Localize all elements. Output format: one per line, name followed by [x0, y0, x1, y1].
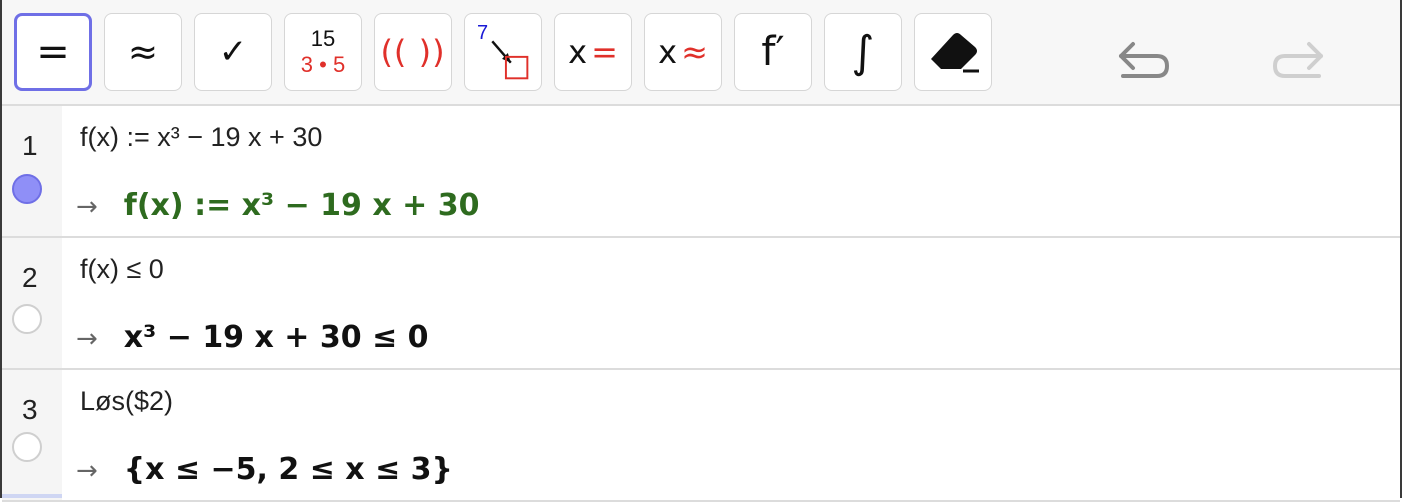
visibility-toggle[interactable]	[12, 304, 42, 334]
row-input[interactable]: f(x) := x³ − 19 x + 30	[80, 122, 322, 153]
solve-label: x	[568, 33, 588, 71]
factor-button[interactable]: 15 3 • 5	[284, 13, 362, 91]
cas-rows: 1 f(x) := x³ − 19 x + 30 → f(x) := x³ − 1…	[2, 106, 1400, 502]
row-gutter	[2, 106, 62, 236]
visibility-toggle[interactable]	[12, 432, 42, 462]
integral-label: ∫	[851, 26, 875, 78]
factor-bottom-label: 3 • 5	[300, 52, 346, 77]
row-number: 3	[22, 394, 38, 425]
cas-row-3[interactable]: 3 Løs($2) → {x ≤ −5, 2 ≤ x ≤ 3}	[2, 370, 1400, 502]
eraser-icon	[931, 33, 979, 73]
derivative-button[interactable]: f′	[734, 13, 812, 91]
cas-toolbar: = ≈ ✓ 15 3 • 5 (( )) 7 x = x ≈ f′ ∫	[2, 0, 1400, 106]
output-expression: x³ − 19 x + 30 ≤ 0	[123, 320, 429, 355]
numeric-label: ≈	[127, 31, 159, 73]
next-row-gutter	[2, 494, 62, 498]
derivative-label: f′	[761, 29, 785, 75]
undo-icon	[1119, 42, 1170, 78]
factor-top-label: 15	[310, 26, 336, 51]
row-output: → f(x) := x³ − 19 x + 30	[76, 188, 479, 223]
undo-button[interactable]	[1108, 30, 1178, 90]
cas-window: = ≈ ✓ 15 3 • 5 (( )) 7 x = x ≈ f′ ∫ 1 f(…	[0, 0, 1402, 502]
output-expression: {x ≤ −5, 2 ≤ x ≤ 3}	[123, 452, 453, 487]
keep-input-label: ✓	[218, 32, 248, 72]
redo-button[interactable]	[1264, 30, 1334, 90]
row-output: → x³ − 19 x + 30 ≤ 0	[76, 320, 429, 355]
cas-row-2[interactable]: 2 f(x) ≤ 0 → x³ − 19 x + 30 ≤ 0	[2, 238, 1400, 370]
output-arrow: →	[76, 324, 98, 354]
keep-input-button[interactable]: ✓	[194, 13, 272, 91]
row-input[interactable]: Løs($2)	[80, 386, 173, 417]
evaluate-button[interactable]: =	[14, 13, 92, 91]
row-input[interactable]: f(x) ≤ 0	[80, 254, 164, 285]
output-arrow: →	[76, 192, 98, 222]
redo-icon	[1272, 42, 1323, 78]
evaluate-label: =	[36, 29, 70, 75]
integral-button[interactable]: ∫	[824, 13, 902, 91]
substitute-button[interactable]: 7	[464, 13, 542, 91]
visibility-toggle[interactable]	[12, 174, 42, 204]
numeric-button[interactable]: ≈	[104, 13, 182, 91]
expand-label: (( ))	[380, 33, 446, 71]
output-arrow: →	[76, 456, 98, 486]
substitute-sup: 7	[477, 22, 489, 44]
delete-button[interactable]	[914, 13, 992, 91]
cas-row-1[interactable]: 1 f(x) := x³ − 19 x + 30 → f(x) := x³ − 1…	[2, 106, 1400, 238]
expand-button[interactable]: (( ))	[374, 13, 452, 91]
solve-symbol: =	[591, 33, 618, 71]
row-number: 2	[22, 262, 38, 293]
nsolve-symbol: ≈	[681, 33, 708, 71]
nsolve-button[interactable]: x ≈	[644, 13, 722, 91]
row-output: → {x ≤ −5, 2 ≤ x ≤ 3}	[76, 452, 453, 487]
nsolve-label: x	[658, 33, 678, 71]
row-gutter	[2, 238, 62, 368]
row-number: 1	[22, 130, 38, 161]
output-expression: f(x) := x³ − 19 x + 30	[123, 188, 480, 223]
solve-button[interactable]: x =	[554, 13, 632, 91]
